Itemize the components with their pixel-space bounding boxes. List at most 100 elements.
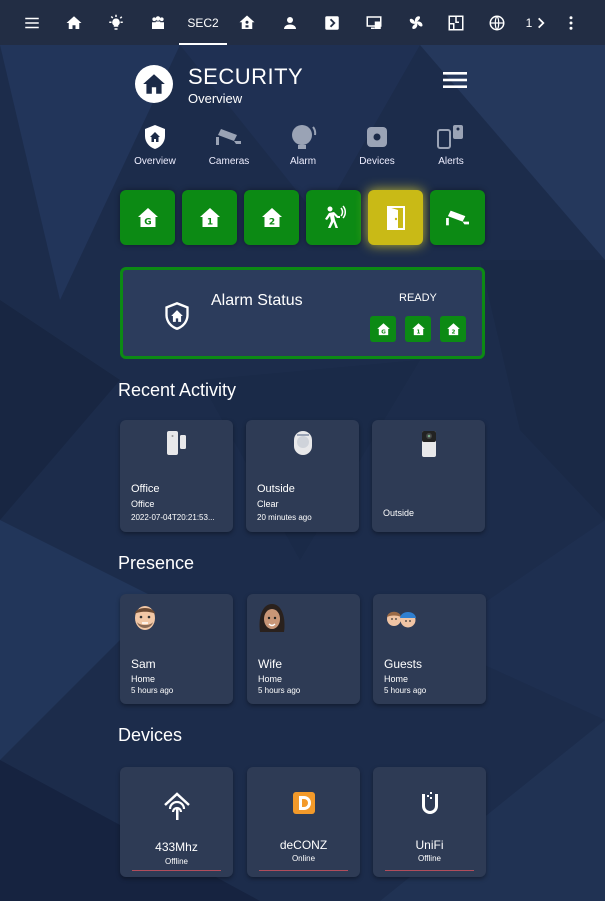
arm-home-g-button[interactable]: G xyxy=(370,316,396,342)
mode-home-1-button[interactable]: 1 xyxy=(182,190,237,245)
alert-devices-icon xyxy=(416,122,486,152)
activity-name: Office xyxy=(131,483,160,495)
chevron-box-icon[interactable] xyxy=(314,0,350,45)
subnav-cameras[interactable]: Cameras xyxy=(194,122,264,167)
fan-icon[interactable] xyxy=(397,0,433,45)
tab-sec2-label: SEC2 xyxy=(187,15,219,30)
activity-card-camera[interactable]: Outside xyxy=(372,420,485,532)
activity-state: Clear xyxy=(257,499,279,509)
activity-card-office[interactable]: Office Office 2022-07-04T20:21:53... xyxy=(120,420,233,532)
recent-activity-heading: Recent Activity xyxy=(118,380,237,400)
arm-home-2-button[interactable]: 2 xyxy=(440,316,466,342)
home-1-icon: 1 xyxy=(411,322,425,335)
person-card-guests[interactable]: Guests Home 5 hours ago xyxy=(373,594,486,704)
page-subtitle: Overview xyxy=(188,91,243,106)
activity-card-outside[interactable]: Outside Clear 20 minutes ago xyxy=(246,420,359,532)
house-network-icon[interactable] xyxy=(229,0,265,45)
more-tabs-button[interactable]: 1 xyxy=(520,0,554,45)
device-name: UniFi xyxy=(415,838,444,852)
monitor-icon[interactable] xyxy=(356,0,392,45)
subnav-alerts[interactable]: Alerts xyxy=(416,122,486,167)
mode-cctv-button[interactable] xyxy=(430,190,485,245)
subnav-alarm[interactable]: Alarm xyxy=(268,122,338,167)
security-subnav: Overview Cameras Alarm Devices Alerts xyxy=(120,122,490,172)
page-title: SECURITY xyxy=(188,64,304,89)
mode-door-open-button[interactable] xyxy=(368,190,423,245)
floor-plan-icon[interactable] xyxy=(438,0,474,45)
person-name: Wife xyxy=(258,657,282,671)
activity-state: Outside xyxy=(383,508,415,518)
guests-avatar-icon xyxy=(387,611,416,628)
shield-home-icon xyxy=(120,122,190,152)
svg-text:G: G xyxy=(381,329,386,335)
chevron-right-icon xyxy=(538,17,545,28)
device-status-line xyxy=(132,870,221,871)
svg-text:2: 2 xyxy=(268,217,274,227)
subnav-devices[interactable]: Devices xyxy=(342,122,412,167)
top-toolbar: SEC2 1 xyxy=(0,0,605,45)
security-home-logo-icon xyxy=(135,65,173,103)
presence-heading: Presence xyxy=(118,553,195,573)
cctv-icon xyxy=(445,210,469,225)
person-card-wife[interactable]: Wife Home 5 hours ago xyxy=(247,594,360,704)
activity-name: Outside xyxy=(257,483,295,495)
person-time: 5 hours ago xyxy=(258,686,301,695)
menu-icon[interactable] xyxy=(14,0,50,45)
person-state: Home xyxy=(131,674,156,684)
motion-icon xyxy=(324,205,346,228)
home-2-icon: 2 xyxy=(446,322,460,335)
person-time: 5 hours ago xyxy=(131,686,174,695)
alarm-status-card[interactable]: Alarm Status READY G 1 2 xyxy=(120,267,485,359)
device-status-line xyxy=(385,870,474,871)
avatar-icon xyxy=(135,606,155,630)
person-name: Sam xyxy=(131,657,156,671)
activity-state: Office xyxy=(131,499,155,509)
svg-text:2: 2 xyxy=(451,329,455,335)
hamburger-menu-icon[interactable] xyxy=(443,70,467,90)
globe-icon[interactable] xyxy=(479,0,515,45)
home-icon[interactable] xyxy=(56,0,92,45)
subnav-overview[interactable]: Overview xyxy=(120,122,190,167)
device-state: Offline xyxy=(418,854,441,863)
group-icon[interactable] xyxy=(140,0,176,45)
more-vertical-icon[interactable] xyxy=(553,0,589,45)
mode-buttons: G 1 2 xyxy=(120,190,490,245)
activity-time: 2022-07-04T20:21:53... xyxy=(131,513,215,522)
device-card-deconz[interactable]: deCONZ Online xyxy=(247,767,360,877)
mode-motion-button[interactable] xyxy=(306,190,361,245)
home-2-icon: 2 xyxy=(261,207,282,227)
mode-home-g-button[interactable]: G xyxy=(120,190,175,245)
motion-sensor-icon xyxy=(246,430,359,460)
person-state: Home xyxy=(258,674,283,684)
svg-text:1: 1 xyxy=(416,329,420,335)
alarm-status-title: Alarm Status xyxy=(211,292,303,309)
device-card-433mhz[interactable]: 433Mhz Offline xyxy=(120,767,233,877)
device-card-unifi[interactable]: UniFi Offline xyxy=(373,767,486,877)
home-g-icon: G xyxy=(376,322,390,335)
subnav-alerts-label: Alerts xyxy=(438,156,464,167)
device-name: deCONZ xyxy=(279,838,328,852)
tab-sec2[interactable]: SEC2 xyxy=(179,0,227,45)
person-name: Guests xyxy=(384,657,423,671)
rf-icon xyxy=(120,791,233,821)
alarm-bell-icon xyxy=(268,122,338,152)
svg-text:G: G xyxy=(144,217,151,227)
device-name: 433Mhz xyxy=(155,840,198,854)
page-header: SECURITY Overview xyxy=(135,64,475,110)
arm-home-1-button[interactable]: 1 xyxy=(405,316,431,342)
shield-home-icon xyxy=(165,302,189,330)
subnav-overview-label: Overview xyxy=(134,156,176,167)
unifi-icon xyxy=(373,791,486,817)
person-card-sam[interactable]: Sam Home 5 hours ago xyxy=(120,594,233,704)
door-sensor-icon xyxy=(120,430,233,460)
activity-time: 20 minutes ago xyxy=(257,513,312,522)
mode-home-2-button[interactable]: 2 xyxy=(244,190,299,245)
alarm-status-state: READY xyxy=(399,292,437,304)
lightbulb-icon[interactable] xyxy=(98,0,134,45)
device-icon xyxy=(342,122,412,152)
svg-text:1: 1 xyxy=(206,217,212,227)
cctv-icon xyxy=(194,122,264,152)
devices-heading: Devices xyxy=(118,725,183,745)
person-icon[interactable] xyxy=(272,0,308,45)
device-status-line xyxy=(259,870,348,871)
